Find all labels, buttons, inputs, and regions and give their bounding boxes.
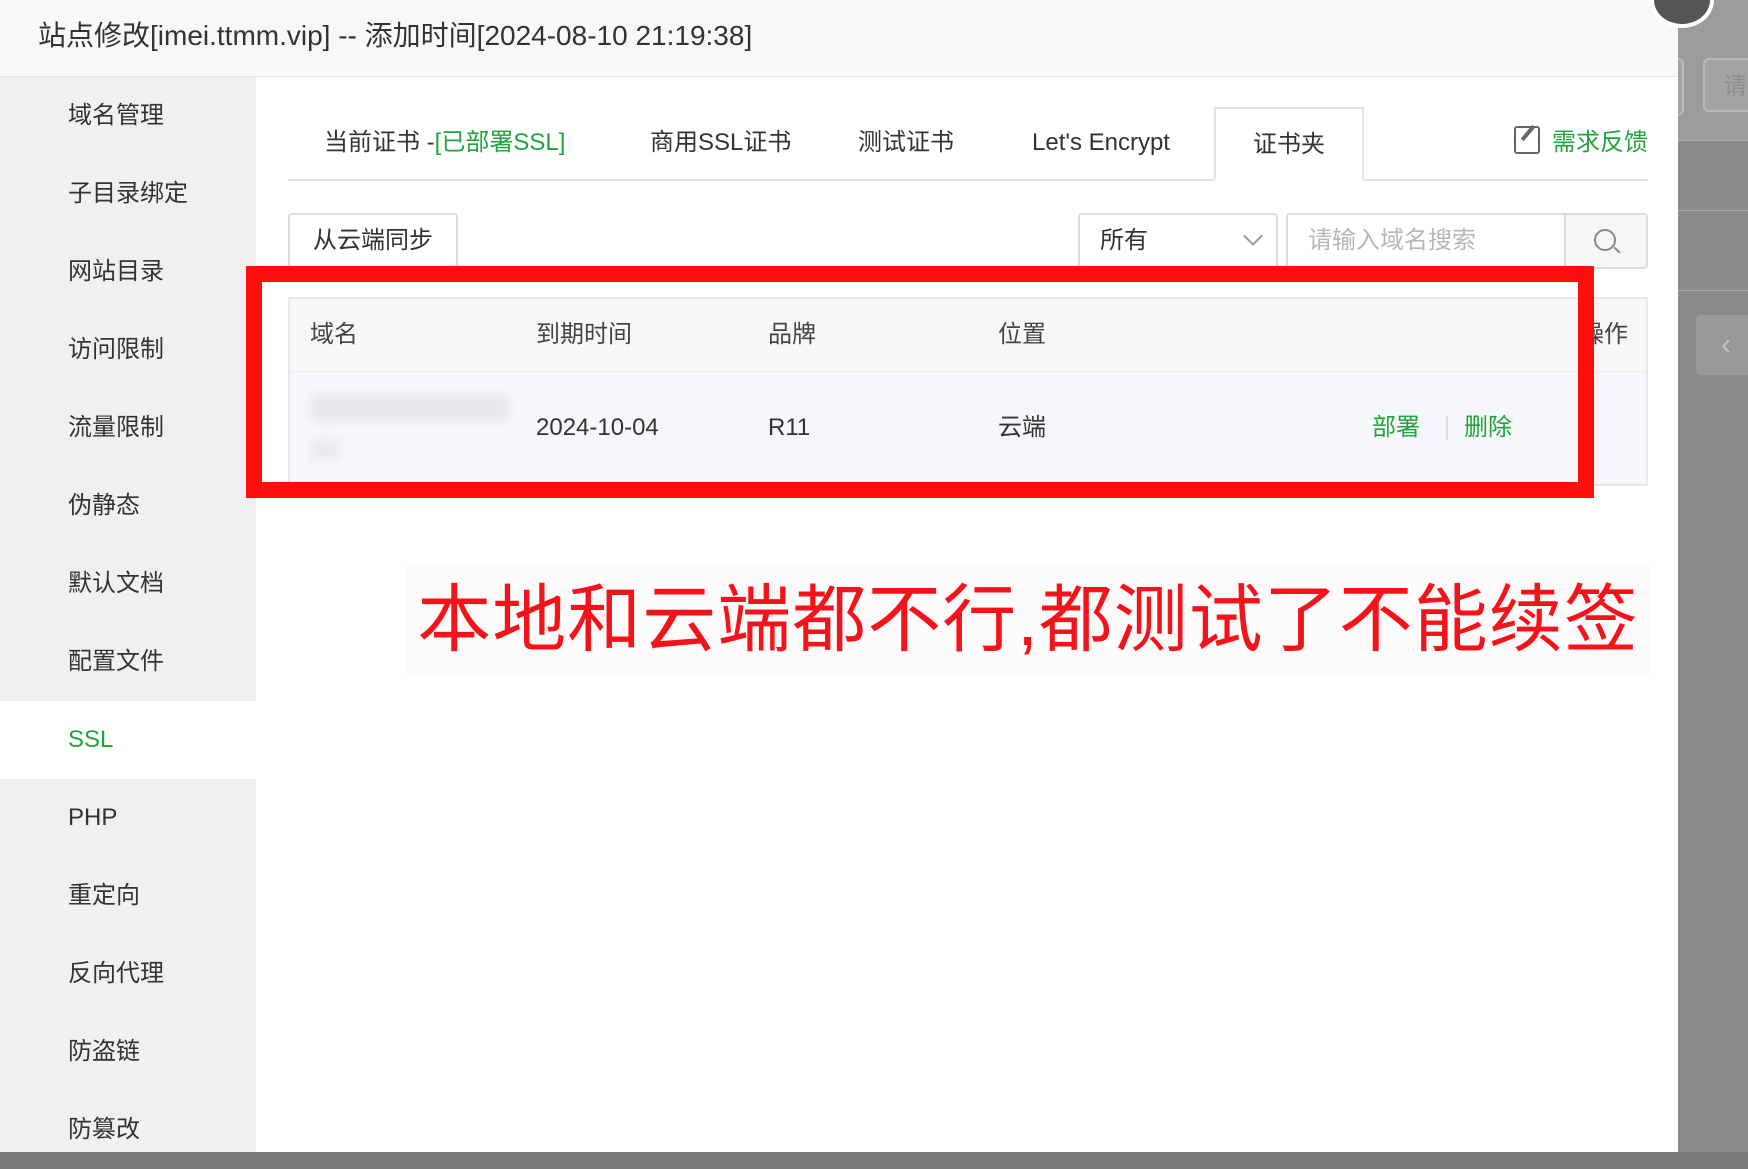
action-separator: [1446, 416, 1448, 440]
header-actions: 操作: [1580, 321, 1628, 348]
sidebar-item-traffic-limit[interactable]: 流量限制: [0, 389, 256, 467]
tab-commercial-ssl[interactable]: 商用SSL证书: [650, 107, 791, 179]
search-input[interactable]: [1288, 215, 1564, 267]
tab-lets-encrypt[interactable]: Let's Encrypt: [1032, 107, 1170, 179]
deploy-button[interactable]: 部署: [1372, 372, 1420, 484]
ssl-tabs: 当前证书 -[已部署SSL] 商用SSL证书 测试证书 Let's Encryp…: [288, 107, 1648, 181]
header-brand: 品牌: [768, 321, 816, 348]
cell-expire-time: 2024-10-04: [536, 414, 659, 441]
chevron-down-icon: [1243, 226, 1263, 246]
annotation-text: 本地和云端都不行,都测试了不能续签: [406, 564, 1650, 676]
sidebar-item-hotlink-protection[interactable]: 防盗链: [0, 1013, 256, 1091]
sidebar-item-tamper-protection[interactable]: 防篡改: [0, 1091, 256, 1169]
sidebar-item-rewrite[interactable]: 伪静态: [0, 467, 256, 545]
table-header: 域名 到期时间 品牌 位置 操作: [290, 299, 1646, 372]
header-expire-time: 到期时间: [536, 321, 632, 348]
tab-current-status: [已部署SSL]: [434, 129, 566, 156]
sidebar-item-redirect[interactable]: 重定向: [0, 857, 256, 935]
filter-selected-value: 所有: [1100, 227, 1148, 254]
blurred-domain-extra: [310, 438, 340, 460]
sidebar-item-default-document[interactable]: 默认文档: [0, 545, 256, 623]
sidebar-item-reverse-proxy[interactable]: 反向代理: [0, 935, 256, 1013]
sidebar: 域名管理 子目录绑定 网站目录 访问限制 流量限制 伪静态 默认文档 配置文件 …: [0, 77, 256, 1152]
background-divider: [1678, 290, 1748, 291]
sidebar-item-domain-management[interactable]: 域名管理: [0, 77, 256, 155]
sidebar-item-site-directory[interactable]: 网站目录: [0, 233, 256, 311]
background-search-button: 请: [1703, 58, 1748, 112]
feedback-link[interactable]: 需求反馈: [1514, 107, 1648, 179]
site-edit-modal: 站点修改[imei.ttmm.vip] -- 添加时间[2024-08-10 2…: [0, 0, 1714, 1152]
header-domain: 域名: [310, 321, 358, 348]
search-box: [1286, 213, 1648, 269]
search-button[interactable]: [1564, 215, 1646, 267]
modal-header: 站点修改[imei.ttmm.vip] -- 添加时间[2024-08-10 2…: [0, 0, 1678, 77]
delete-button[interactable]: 删除: [1464, 372, 1512, 484]
sidebar-item-subdirectory-binding[interactable]: 子目录绑定: [0, 155, 256, 233]
sidebar-item-php[interactable]: PHP: [0, 779, 256, 857]
background-page: [1678, 0, 1748, 1152]
sidebar-item-config-file[interactable]: 配置文件: [0, 623, 256, 701]
sync-from-cloud-button[interactable]: 从云端同步: [288, 213, 458, 269]
certificate-table: 域名 到期时间 品牌 位置 操作 2024-10-04 R11 云端 部署 删除: [288, 297, 1648, 486]
edit-icon: [1514, 126, 1540, 154]
modal-title: 站点修改[imei.ttmm.vip] -- 添加时间[2024-08-10 2…: [38, 20, 753, 51]
cell-location: 云端: [998, 414, 1046, 441]
tab-current-label: 当前证书 -: [324, 129, 435, 156]
background-divider: [1678, 210, 1748, 211]
blurred-domain: [310, 394, 510, 422]
tab-certificate-folder[interactable]: 证书夹: [1214, 107, 1364, 181]
tab-test-certificate[interactable]: 测试证书: [858, 107, 954, 179]
cell-brand: R11: [768, 414, 811, 441]
feedback-label: 需求反馈: [1552, 129, 1648, 156]
header-location: 位置: [998, 321, 1046, 348]
sidebar-item-ssl[interactable]: SSL: [0, 701, 256, 779]
table-row: 2024-10-04 R11 云端 部署 删除: [290, 372, 1646, 484]
search-icon-handle: [1613, 246, 1621, 254]
sidebar-item-access-restriction[interactable]: 访问限制: [0, 311, 256, 389]
chevron-left-icon: ‹: [1696, 315, 1748, 375]
filter-select[interactable]: 所有: [1078, 213, 1278, 269]
tab-current-certificate[interactable]: 当前证书 -[已部署SSL]: [324, 107, 565, 179]
